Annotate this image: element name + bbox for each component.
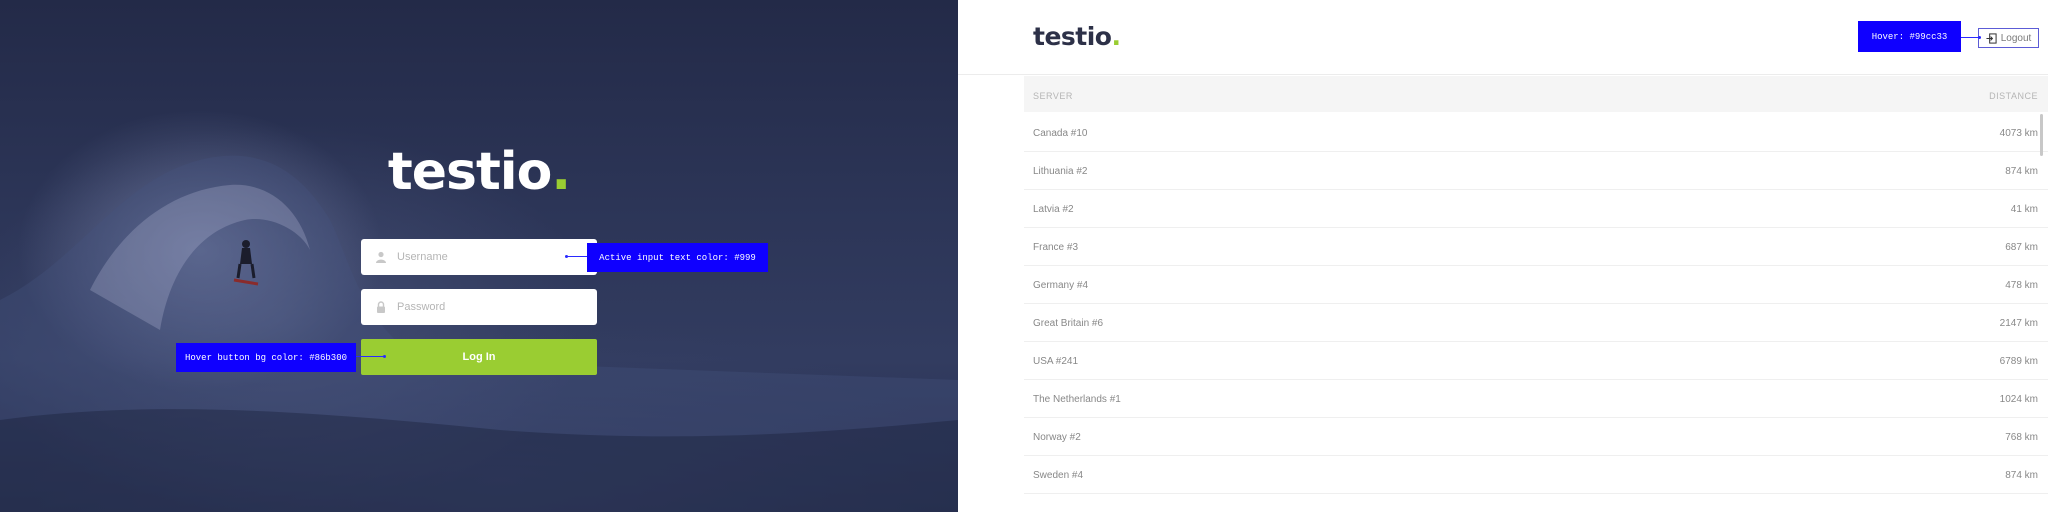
user-icon xyxy=(375,251,387,263)
lock-icon xyxy=(375,301,387,313)
column-header-server[interactable]: SERVER xyxy=(1033,91,1073,101)
annotation-leader-line xyxy=(565,255,588,258)
server-distance: 687 km xyxy=(2005,242,2038,253)
server-name: Sweden #4 xyxy=(1033,470,1084,481)
table-row[interactable]: Norway #2 768 km xyxy=(1024,418,2048,456)
server-distance: 874 km xyxy=(2005,166,2038,177)
table-row[interactable]: USA #241 6789 km xyxy=(1024,342,2048,380)
password-input[interactable] xyxy=(397,301,587,313)
server-distance: 768 km xyxy=(2005,432,2038,443)
table-row[interactable]: France #3 687 km xyxy=(1024,228,2048,266)
table-row[interactable]: Latvia #2 41 km xyxy=(1024,190,2048,228)
table-row[interactable]: Germany #4 478 km xyxy=(1024,266,2048,304)
login-button[interactable]: Log In xyxy=(361,339,597,375)
server-name: USA #241 xyxy=(1033,356,1079,367)
username-input[interactable] xyxy=(397,251,587,263)
server-name: France #3 xyxy=(1033,242,1079,253)
server-name: Canada #10 xyxy=(1033,128,1088,139)
server-distance: 1024 km xyxy=(1999,394,2038,405)
server-distance: 4073 km xyxy=(1999,128,2038,139)
server-distance: 6789 km xyxy=(1999,356,2038,367)
login-screen: testio. Log In Active input text color: … xyxy=(0,0,958,512)
logout-icon xyxy=(1986,32,1997,44)
server-list-screen: testio. Logout SERVER DISTANCE Canada #1… xyxy=(958,0,2048,512)
table-row[interactable]: The Netherlands #1 1024 km xyxy=(1024,380,2048,418)
table-row[interactable]: Sweden #4 874 km xyxy=(1024,456,2048,494)
server-distance: 478 km xyxy=(2005,280,2038,291)
annotation-leader-line xyxy=(1960,36,1981,39)
server-table: Canada #10 4073 km Lithuania #2 874 km Lat… xyxy=(1024,114,2048,494)
server-name: Germany #4 xyxy=(1033,280,1089,291)
server-name: Lithuania #2 xyxy=(1033,166,1088,177)
logout-label: Logout xyxy=(2000,32,2032,44)
column-header-distance[interactable]: DISTANCE xyxy=(1989,91,2038,101)
table-row[interactable]: Great Britain #6 2147 km xyxy=(1024,304,2048,342)
table-row[interactable]: Canada #10 4073 km xyxy=(1024,114,2048,152)
server-name: Latvia #2 xyxy=(1033,204,1074,215)
login-logo: testio. xyxy=(387,142,571,202)
button-color-annotation: Hover button bg color: #86b300 xyxy=(176,343,356,372)
server-name: The Netherlands #1 xyxy=(1033,394,1121,405)
logout-hover-annotation: Hover: #99cc33 xyxy=(1858,21,1961,52)
username-field[interactable] xyxy=(361,239,597,275)
logout-button[interactable]: Logout xyxy=(1978,28,2039,48)
header-logo: testio. xyxy=(1033,22,1121,51)
surfer-image xyxy=(233,240,259,286)
server-name: Norway #2 xyxy=(1033,432,1081,443)
server-distance: 41 km xyxy=(2010,204,2038,215)
table-header: SERVER DISTANCE xyxy=(1024,76,2048,112)
server-name: Great Britain #6 xyxy=(1033,318,1104,329)
table-row[interactable]: Lithuania #2 874 km xyxy=(1024,152,2048,190)
server-distance: 874 km xyxy=(2005,470,2038,481)
scrollbar[interactable] xyxy=(2040,114,2043,156)
password-field[interactable] xyxy=(361,289,597,325)
server-distance: 2147 km xyxy=(1999,318,2038,329)
annotation-leader-line xyxy=(355,355,386,358)
input-color-annotation: Active input text color: #999 xyxy=(587,243,768,272)
